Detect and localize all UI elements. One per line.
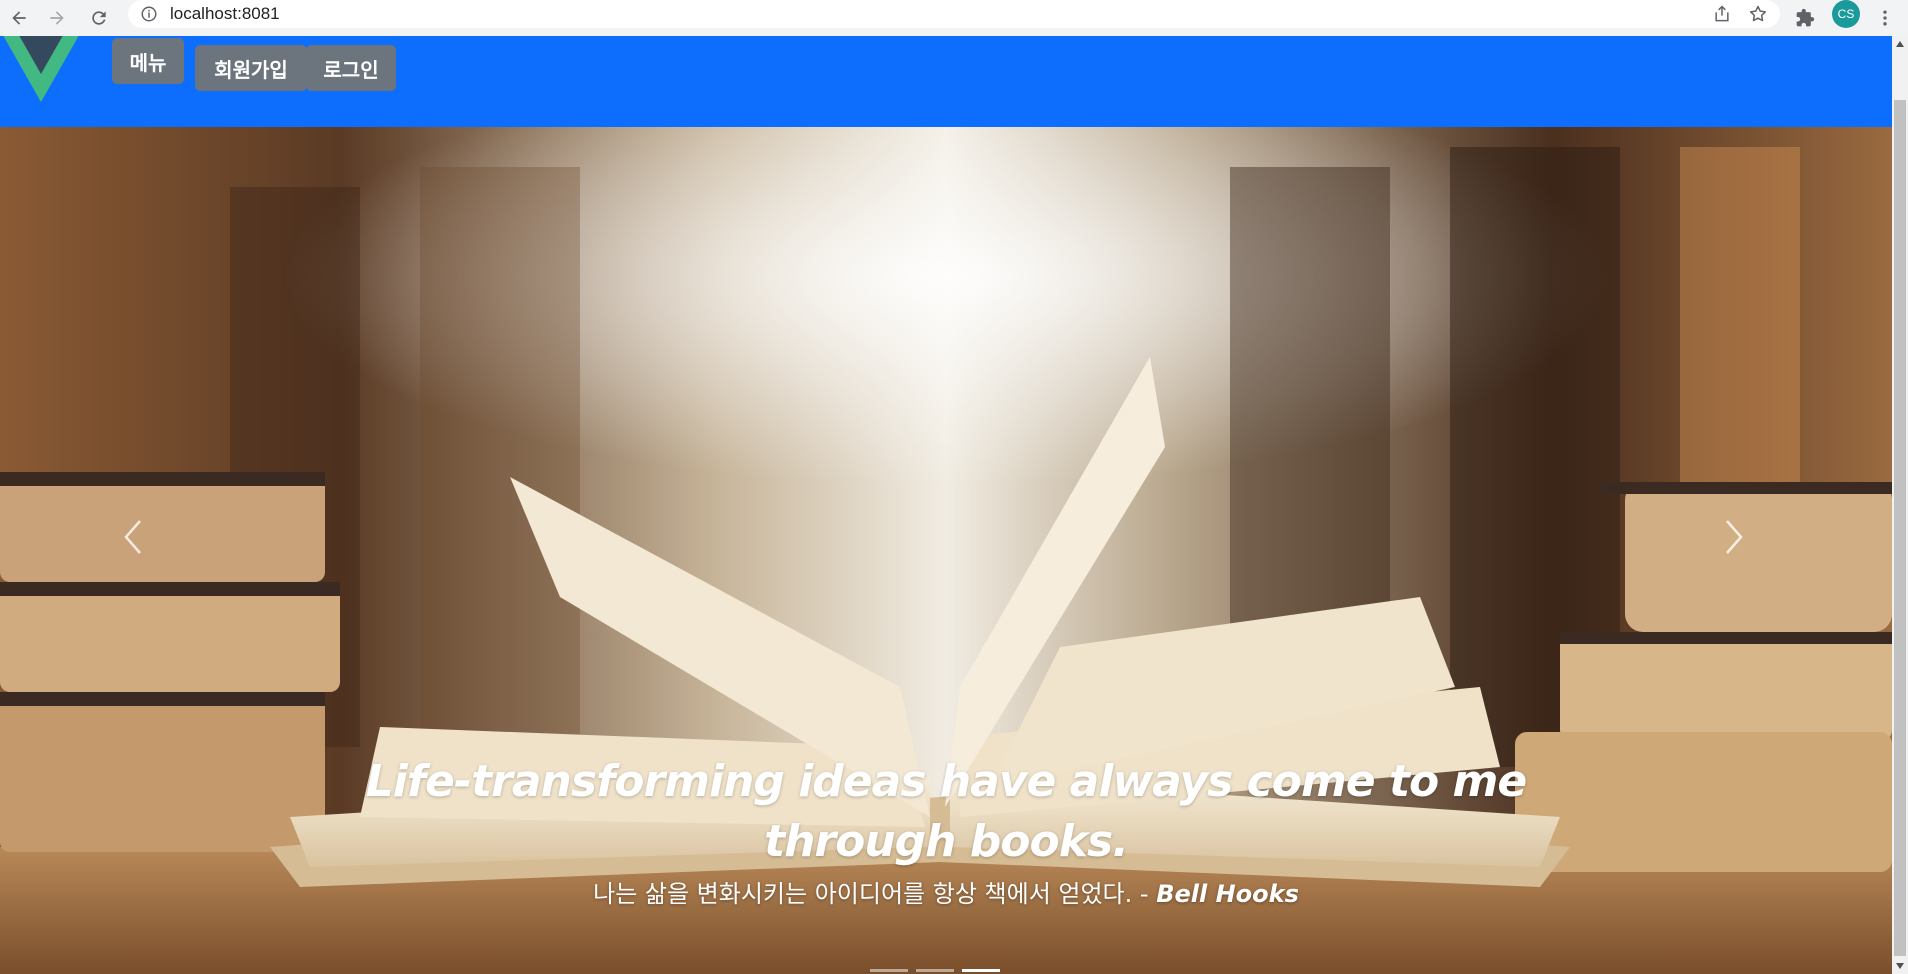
page-scrollbar[interactable] [1892, 36, 1908, 974]
profile-avatar[interactable]: CS [1832, 0, 1860, 28]
quote-line-1: Life-transforming ideas have always come… [365, 756, 1527, 807]
page-viewport: 메뉴 회원가입 로그인 Life-transforming ideas have… [0, 36, 1892, 974]
scrollbar-thumb[interactable] [1894, 100, 1906, 956]
carousel-prev-button[interactable] [112, 507, 152, 567]
subtitle-text: 나는 삶을 변화시키는 아이디어를 항상 책에서 얻었다. - [593, 880, 1157, 908]
carousel-next-button[interactable] [1715, 507, 1755, 567]
chevron-right-icon [1726, 520, 1743, 554]
carousel-indicator-3[interactable] [962, 969, 1000, 972]
navbar: 메뉴 회원가입 로그인 [0, 36, 1892, 128]
login-button[interactable]: 로그인 [306, 45, 396, 91]
signup-button[interactable]: 회원가입 [195, 45, 307, 91]
carousel-indicator-1[interactable] [870, 969, 908, 972]
info-icon[interactable] [140, 5, 158, 23]
browser-toolbar: localhost:8081 CS [0, 0, 1908, 36]
quote-line-2: through books. [764, 816, 1129, 867]
scroll-down-icon[interactable] [1892, 958, 1908, 974]
chevron-left-icon [124, 520, 141, 554]
scroll-up-icon[interactable] [1892, 36, 1908, 52]
quote-author: Bell Hooks [1156, 880, 1299, 908]
carousel-indicators [870, 969, 1000, 972]
forward-icon[interactable] [42, 3, 72, 33]
address-bar[interactable]: localhost:8081 [128, 0, 1780, 28]
reload-icon[interactable] [84, 3, 114, 33]
back-icon[interactable] [4, 3, 34, 33]
hero-carousel: Life-transforming ideas have always come… [0, 127, 1892, 974]
star-icon[interactable] [1746, 2, 1770, 26]
extensions-icon[interactable] [1790, 3, 1820, 33]
carousel-quote: Life-transforming ideas have always come… [0, 752, 1892, 872]
carousel-indicator-2[interactable] [916, 969, 954, 972]
url-text[interactable]: localhost:8081 [170, 4, 280, 24]
share-icon[interactable] [1710, 2, 1734, 26]
kebab-menu-icon[interactable] [1870, 3, 1900, 33]
menu-button[interactable]: 메뉴 [112, 38, 184, 84]
carousel-subtitle: 나는 삶을 변화시키는 아이디어를 항상 책에서 얻었다. - Bell Hoo… [0, 879, 1892, 909]
vue-logo-icon[interactable] [0, 36, 82, 140]
